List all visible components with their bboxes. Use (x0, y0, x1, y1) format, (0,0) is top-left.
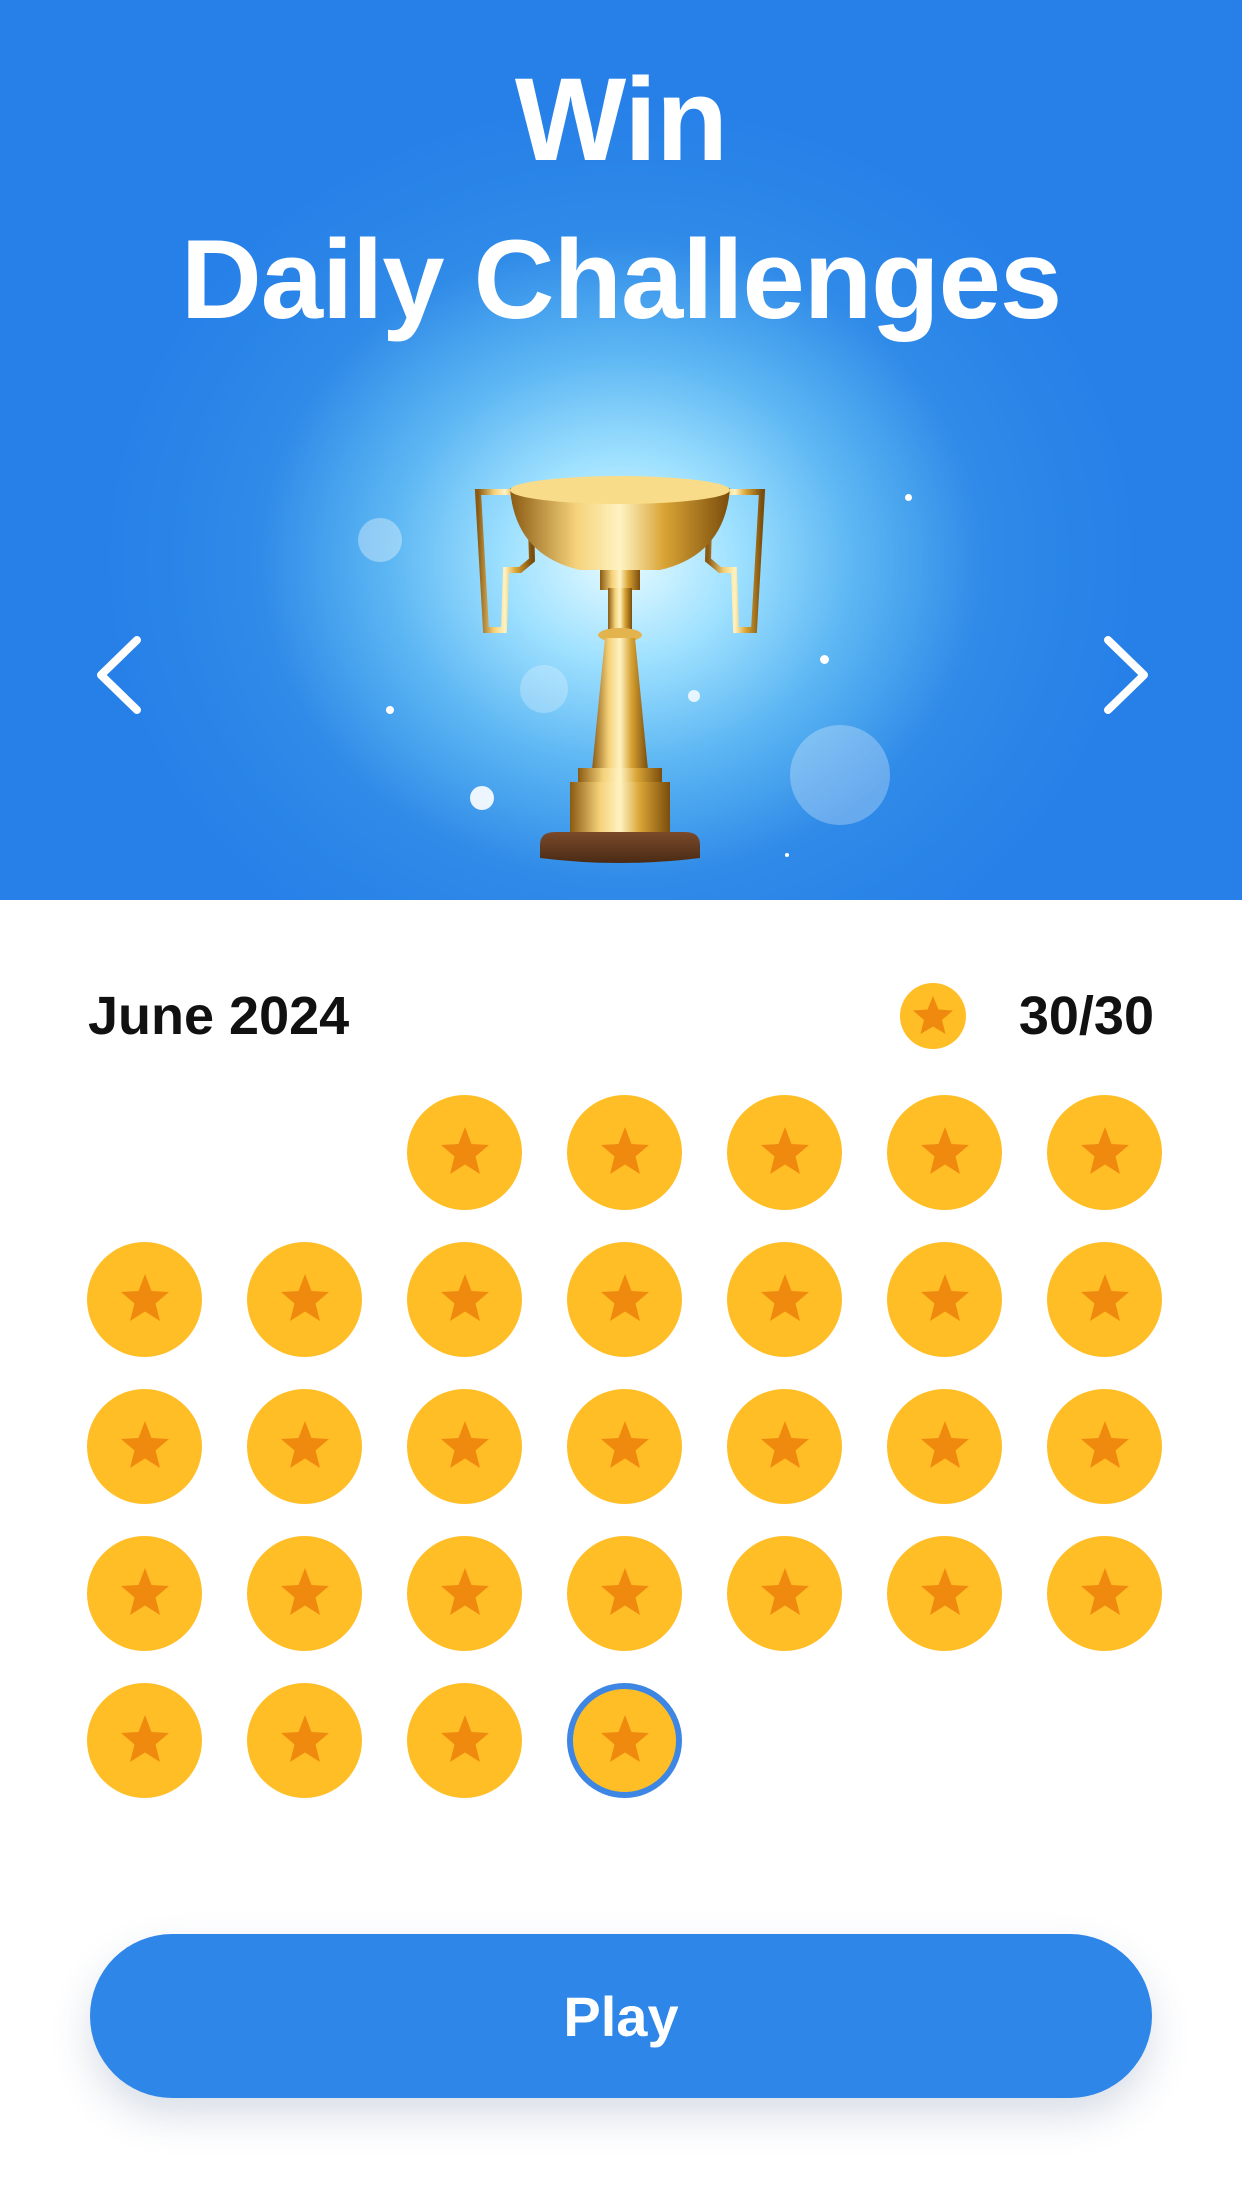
star-coin-icon (247, 1389, 362, 1504)
day-12-cell[interactable] (1047, 1242, 1162, 1357)
day-23-cell[interactable] (567, 1536, 682, 1651)
bokeh-light (790, 725, 890, 825)
day-20-cell[interactable] (87, 1536, 202, 1651)
score-counter: 30/30 (1018, 986, 1154, 1046)
day-2-cell[interactable] (567, 1095, 682, 1210)
star-coin-icon (727, 1242, 842, 1357)
star-coin-icon (87, 1389, 202, 1504)
sparkle-dot (820, 655, 829, 664)
chevron-right-icon[interactable] (1090, 630, 1160, 720)
day-13-cell[interactable] (87, 1389, 202, 1504)
trophy-icon (474, 476, 766, 863)
day-29-cell[interactable] (407, 1683, 522, 1798)
star-coin-icon (407, 1389, 522, 1504)
day-1-cell[interactable] (407, 1095, 522, 1210)
star-coin-icon (247, 1536, 362, 1651)
star-coin-icon (407, 1095, 522, 1210)
sparkle-dot (785, 853, 789, 857)
day-24-cell[interactable] (727, 1536, 842, 1651)
star-coin-icon (1047, 1242, 1162, 1357)
day-7-cell[interactable] (247, 1242, 362, 1357)
day-22-cell[interactable] (407, 1536, 522, 1651)
day-30-cell[interactable] (567, 1683, 682, 1798)
sparkle-dot (386, 706, 394, 714)
calendar-grid (87, 1095, 1162, 1805)
day-15-cell[interactable] (407, 1389, 522, 1504)
day-25-cell[interactable] (887, 1536, 1002, 1651)
star-coin-icon (727, 1536, 842, 1651)
star-coin-icon (407, 1536, 522, 1651)
star-coin-icon (727, 1389, 842, 1504)
star-coin-icon (407, 1683, 522, 1798)
day-17-cell[interactable] (727, 1389, 842, 1504)
star-coin-icon (567, 1095, 682, 1210)
day-6-cell[interactable] (87, 1242, 202, 1357)
day-4-cell[interactable] (887, 1095, 1002, 1210)
star-coin-icon (567, 1536, 682, 1651)
star-coin-icon (567, 1683, 682, 1798)
day-11-cell[interactable] (887, 1242, 1002, 1357)
day-28-cell[interactable] (247, 1683, 362, 1798)
star-coin-icon (887, 1536, 1002, 1651)
month-label: June 2024 (88, 986, 350, 1046)
star-coin-icon (407, 1242, 522, 1357)
play-button[interactable]: Play (90, 1934, 1152, 2098)
star-coin-icon (1047, 1095, 1162, 1210)
day-18-cell[interactable] (887, 1389, 1002, 1504)
star-coin-icon (247, 1683, 362, 1798)
hero-title-line1: Win (514, 54, 728, 186)
star-coin-icon (247, 1242, 362, 1357)
day-19-cell[interactable] (1047, 1389, 1162, 1504)
hero-banner: Win Daily Challenges (0, 0, 1242, 900)
chevron-left-icon[interactable] (85, 630, 155, 720)
sparkle-dot (905, 494, 912, 501)
star-coin-icon (900, 983, 966, 1049)
star-coin-icon (887, 1095, 1002, 1210)
bokeh-light (358, 518, 402, 562)
day-10-cell[interactable] (727, 1242, 842, 1357)
star-coin-icon (887, 1389, 1002, 1504)
day-5-cell[interactable] (1047, 1095, 1162, 1210)
hero-title-line2: Daily Challenges (180, 217, 1062, 342)
day-9-cell[interactable] (567, 1242, 682, 1357)
day-26-cell[interactable] (1047, 1536, 1162, 1651)
star-coin-icon (1047, 1389, 1162, 1504)
day-14-cell[interactable] (247, 1389, 362, 1504)
day-16-cell[interactable] (567, 1389, 682, 1504)
star-coin-icon (1047, 1536, 1162, 1651)
day-21-cell[interactable] (247, 1536, 362, 1651)
star-coin-icon (87, 1683, 202, 1798)
star-coin-icon (567, 1242, 682, 1357)
day-3-cell[interactable] (727, 1095, 842, 1210)
star-coin-icon (727, 1095, 842, 1210)
star-coin-icon (87, 1242, 202, 1357)
star-coin-icon (887, 1242, 1002, 1357)
day-27-cell[interactable] (87, 1683, 202, 1798)
star-coin-icon (87, 1536, 202, 1651)
day-8-cell[interactable] (407, 1242, 522, 1357)
star-coin-icon (567, 1389, 682, 1504)
